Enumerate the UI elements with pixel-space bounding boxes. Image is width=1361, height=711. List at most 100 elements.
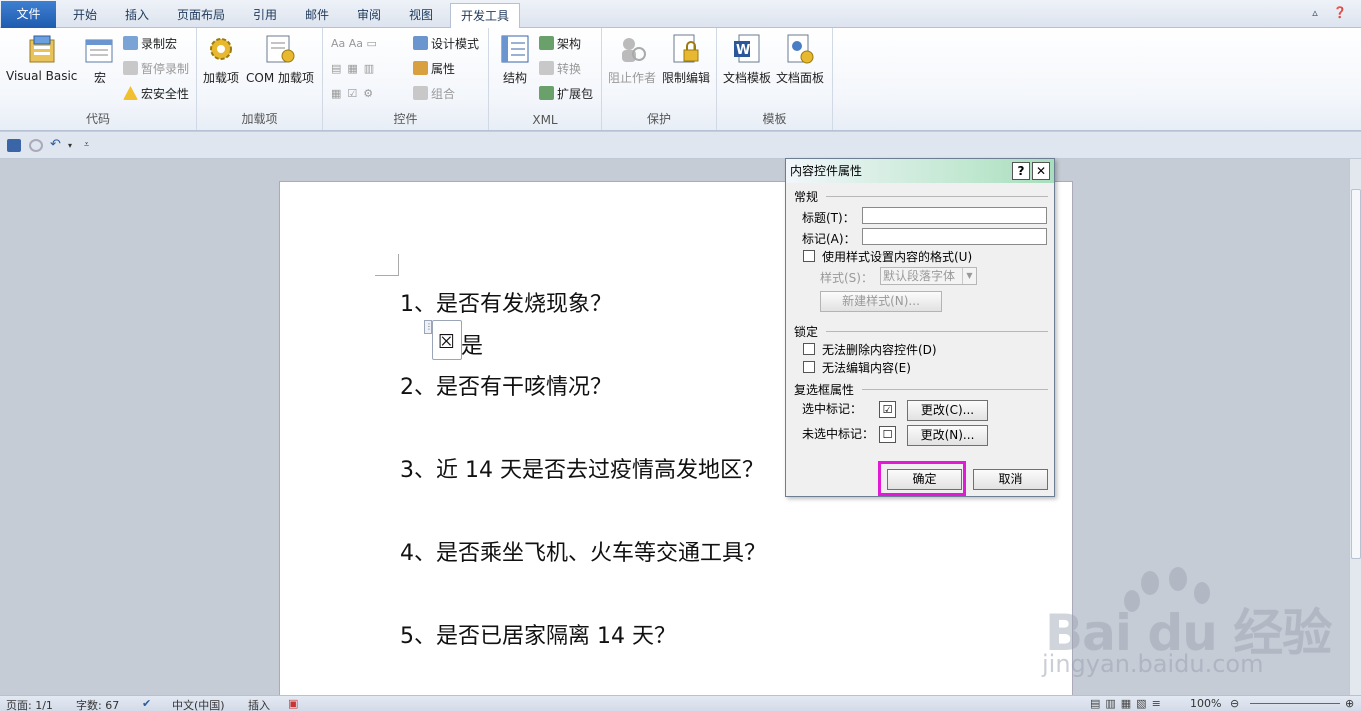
restrict-editing-button[interactable]: 限制编辑 [662,32,710,86]
com-addins-button[interactable]: COM 加载项 [246,32,314,86]
block-authors-button[interactable]: 阻止作者 [608,32,656,86]
ribbon-minimize-help-icons[interactable]: ▵ ❓ [1312,6,1353,19]
text-controls-row[interactable]: Aa Aa ▭ [331,34,377,54]
tab-view[interactable]: 视图 [398,3,444,28]
svg-text:W: W [736,43,750,58]
new-style-button[interactable]: 新建样式(N)... [820,291,942,312]
help-button[interactable]: ? [1012,162,1030,180]
design-mode-icon [413,36,428,50]
change-checked-button[interactable]: 更改(C)... [907,400,988,421]
section-checkbox-properties: 复选框属性 [794,383,855,397]
undo-dropdown-icon[interactable]: ▾ [68,141,82,154]
vertical-scrollbar[interactable] [1349,159,1361,695]
transform-button[interactable]: 转换 [539,59,581,79]
section-lock: 锁定 [794,325,819,339]
section-general: 常规 [794,190,819,204]
content-control-properties-dialog: 内容控件属性 ? ✕ 常规 标题(T)： 标记(A)： 使用样式设置内容的格式(… [785,158,1055,497]
tab-review[interactable]: 审阅 [346,3,392,28]
cancel-button[interactable]: 取消 [973,469,1048,490]
expansion-pack-button[interactable]: 扩展包 [539,84,593,104]
content-control-handle[interactable]: ⋮ [424,320,433,334]
checked-symbol-label: 选中标记： [802,402,863,416]
ribbon: Visual Basic 宏 录制宏 暂停录制 宏安全性 代码 加载项 COM … [0,28,1361,131]
tab-insert[interactable]: 插入 [114,3,160,28]
redo-disabled-icon[interactable] [29,139,43,152]
customize-qat-icon[interactable]: ⩡ [84,140,98,153]
zoom-level[interactable]: 100% [1190,697,1221,710]
group-protect: 阻止作者 限制编辑 保护 [602,28,717,130]
status-page[interactable]: 页面: 1/1 [6,697,53,711]
use-style-checkbox[interactable] [803,250,815,262]
question-4: 4、是否乘坐飞机、火车等交通工具？ [400,541,766,566]
title-input[interactable] [862,207,1047,224]
macro-record-icon[interactable]: ▣ [288,697,298,710]
save-icon[interactable] [7,139,21,152]
divider [826,196,1048,197]
use-style-label: 使用样式设置内容的格式(U) [822,250,973,264]
unchecked-symbol-preview: ☐ [879,426,896,443]
lock-icon [670,32,702,66]
document-template-button[interactable]: W 文档模板 [723,32,771,86]
group-label-controls: 控件 [393,112,418,126]
divider [862,389,1048,390]
scrollbar-thumb[interactable] [1351,189,1361,559]
group-label-templates: 模板 [762,112,787,126]
macro-button[interactable]: 宏 [84,32,116,86]
warning-icon [123,86,138,100]
group-button[interactable]: 组合 [413,84,455,104]
addins-button[interactable]: 加载项 [203,32,239,86]
zoom-in-icon[interactable]: ⊕ [1345,697,1354,710]
watermark-url: jingyan.baidu.com [1042,650,1264,678]
change-unchecked-button[interactable]: 更改(N)... [907,425,988,446]
structure-icon [499,32,531,66]
margin-corner-mark [375,254,399,276]
record-macro-icon [123,36,138,50]
control-gallery-row[interactable]: ▤▦▥ [331,59,380,79]
document-panel-button[interactable]: 文档面板 [776,32,824,86]
macro-security-button[interactable]: 宏安全性 [123,84,189,104]
cannot-edit-label: 无法编辑内容(E) [822,361,911,375]
unchecked-symbol-label: 未选中标记： [802,427,875,441]
pause-recording-button[interactable]: 暂停录制 [123,59,189,79]
cannot-delete-checkbox[interactable] [803,343,815,355]
schema-icon [539,36,554,50]
status-words[interactable]: 字数: 67 [76,697,119,711]
transform-icon [539,61,554,75]
close-button[interactable]: ✕ [1032,162,1050,180]
record-macro-button[interactable]: 录制宏 [123,34,177,54]
legacy-controls-row[interactable]: ▦☑⚙ [331,84,379,104]
tag-input[interactable] [862,228,1047,245]
visual-basic-button[interactable]: Visual Basic [6,32,77,83]
visual-basic-icon [26,32,58,66]
checkbox-symbol[interactable]: ☒ [438,331,455,353]
properties-button[interactable]: 属性 [413,59,455,79]
view-mode-icons[interactable]: ▤▥▦▧≡ [1090,697,1166,710]
group-controls: Aa Aa ▭ ▤▦▥ ▦☑⚙ 设计模式 属性 组合 控件 [323,28,489,130]
design-mode-button[interactable]: 设计模式 [413,34,479,54]
schema-button[interactable]: 架构 [539,34,581,54]
tab-mailings[interactable]: 邮件 [294,3,340,28]
zoom-out-icon[interactable]: ⊖ [1230,697,1239,710]
style-label: 样式(S)： [820,271,873,285]
cannot-edit-checkbox[interactable] [803,361,815,373]
status-language[interactable]: 中文(中国) [172,697,225,711]
tab-home[interactable]: 开始 [62,3,108,28]
group-label-code: 代码 [85,112,110,126]
proofing-icon[interactable]: ✔ [142,697,151,710]
tag-label: 标记(A)： [802,232,856,246]
group-icon [413,86,428,100]
undo-icon[interactable]: ↶ [50,137,64,152]
com-addins-icon [264,32,296,66]
group-label-protect: 保护 [646,112,671,126]
tab-references[interactable]: 引用 [242,3,288,28]
zoom-slider[interactable] [1250,703,1340,704]
chevron-down-icon: ▼ [962,268,976,284]
tab-file[interactable]: 文件 [1,1,56,28]
checkbox-label: 是 [461,334,484,359]
structure-button[interactable]: 结构 [499,32,531,86]
question-1: 1、是否有发烧现象？ [400,292,612,317]
tab-developer[interactable]: 开发工具 [450,3,520,29]
tab-page-layout[interactable]: 页面布局 [170,3,232,28]
status-insert-mode[interactable]: 插入 [248,697,270,711]
style-dropdown[interactable]: 默认段落字体 ▼ [880,267,977,285]
